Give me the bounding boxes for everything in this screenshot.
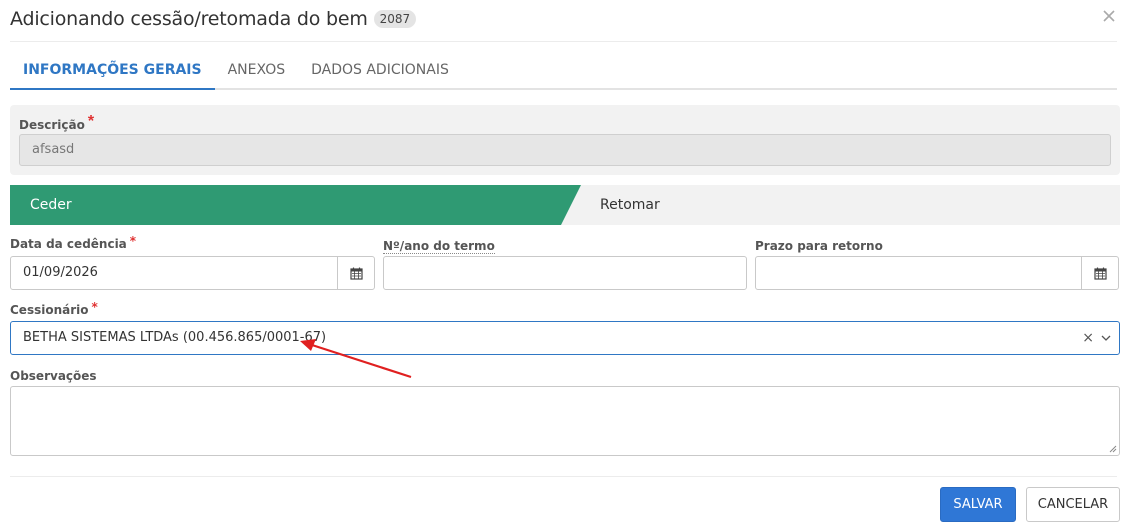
cessionario-label: Cessionário [10,303,89,317]
data-cedencia-label-wrap: Data da cedência * [10,234,137,251]
observacoes-textarea[interactable] [10,386,1120,456]
header-divider [10,41,1117,42]
description-panel: Descrição * afsasd [10,105,1120,175]
cancel-button[interactable]: CANCELAR [1026,487,1120,522]
tab-anexos[interactable]: ANEXOS [215,50,299,88]
required-marker: * [91,300,98,314]
step-ceder[interactable]: Ceder [10,185,581,225]
data-cedencia-input[interactable]: 01/09/2026 [10,256,338,290]
description-input[interactable]: afsasd [19,134,1111,166]
prazo-retorno-input[interactable] [755,256,1082,290]
observacoes-label: Observações [10,369,97,383]
operation-steps: Ceder Retomar [10,185,1120,225]
tab-informacoes-gerais[interactable]: INFORMAÇÕES GERAIS [10,50,215,90]
cessionario-label-wrap: Cessionário * [10,300,98,317]
clear-icon[interactable]: × [1082,322,1094,354]
calendar-icon[interactable] [1081,256,1119,290]
footer-divider [10,476,1117,477]
close-icon[interactable] [1101,8,1117,24]
chevron-down-icon[interactable] [1101,333,1111,343]
data-cedencia-label: Data da cedência [10,237,127,251]
tab-bar: INFORMAÇÕES GERAIS ANEXOS DADOS ADICIONA… [10,50,1117,90]
save-button[interactable]: SALVAR [940,487,1016,522]
calendar-icon[interactable] [337,256,375,290]
description-label: Descrição [19,118,85,132]
resize-handle-icon[interactable] [1109,445,1117,453]
required-marker: * [87,113,95,130]
description-label-wrap: Descrição * [19,113,95,134]
item-count-badge: 2087 [373,10,417,28]
cessionario-value: BETHA SISTEMAS LTDAs (00.456.865/0001-67… [23,330,327,345]
cessionario-select[interactable]: BETHA SISTEMAS LTDAs (00.456.865/0001-67… [10,321,1120,355]
tab-dados-adicionais[interactable]: DADOS ADICIONAIS [298,50,462,88]
dialog-title: Adicionando cessão/retomada do bem [10,8,368,30]
numero-termo-label: Nº/ano do termo [383,239,495,254]
dialog-header: Adicionando cessão/retomada do bem 2087 [10,7,417,31]
prazo-retorno-label: Prazo para retorno [755,239,883,253]
required-marker: * [129,234,137,248]
step-retomar[interactable]: Retomar [600,185,660,225]
numero-termo-input[interactable] [383,256,747,290]
